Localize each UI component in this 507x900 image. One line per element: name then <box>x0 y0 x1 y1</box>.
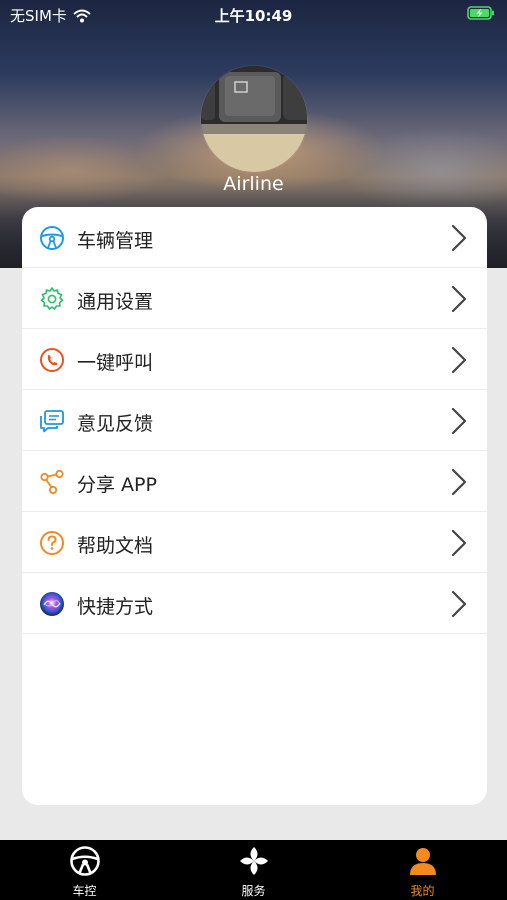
tab-mine[interactable]: 我的 <box>338 840 507 900</box>
menu-item-help-docs[interactable]: 帮助文档 <box>22 512 487 573</box>
menu-item-shortcuts[interactable]: 快捷方式 <box>22 573 487 634</box>
menu-item-feedback[interactable]: 意见反馈 <box>22 390 487 451</box>
menu-item-share-app[interactable]: 分享 APP <box>22 451 487 512</box>
avatar[interactable] <box>201 66 307 172</box>
tab-vehicle-control[interactable]: 车控 <box>0 840 169 900</box>
chevron-right-icon <box>451 346 467 374</box>
chevron-right-icon <box>451 407 467 435</box>
menu-item-label: 车辆管理 <box>77 230 154 252</box>
tab-label: 服务 <box>241 884 266 898</box>
steering-wheel-icon <box>70 846 100 876</box>
share-icon <box>40 469 64 495</box>
steering-wheel-icon <box>40 226 64 250</box>
feedback-icon <box>40 410 64 433</box>
menu-item-vehicle-management[interactable]: 车辆管理 <box>22 207 487 268</box>
help-icon <box>40 531 64 555</box>
chevron-right-icon <box>451 285 467 313</box>
menu-item-one-key-call[interactable]: 一键呼叫 <box>22 329 487 390</box>
avatar-photo <box>201 66 307 172</box>
menu-item-label: 意见反馈 <box>77 413 154 435</box>
tab-services[interactable]: 服务 <box>169 840 338 900</box>
menu-card: 车辆管理 通用设置 一键呼叫 意见反馈 分享 APP 帮助文档 快捷方式 <box>22 207 487 805</box>
gear-icon <box>40 287 64 310</box>
siri-icon <box>40 592 64 616</box>
menu-item-general-settings[interactable]: 通用设置 <box>22 268 487 329</box>
menu-item-label: 分享 APP <box>77 474 157 496</box>
tab-bar: 车控 服务 我的 <box>0 840 507 900</box>
username: Airline <box>223 173 284 195</box>
phone-icon <box>40 348 64 372</box>
tab-label: 车控 <box>72 884 97 898</box>
menu-item-label: 通用设置 <box>77 291 154 313</box>
chevron-right-icon <box>451 468 467 496</box>
chevron-right-icon <box>451 529 467 557</box>
clover-icon <box>240 847 268 875</box>
tab-label: 我的 <box>410 884 435 898</box>
battery-charging-icon <box>467 6 494 20</box>
menu-item-label: 快捷方式 <box>77 596 154 618</box>
chevron-right-icon <box>451 590 467 618</box>
menu-item-label: 一键呼叫 <box>77 352 154 374</box>
chevron-right-icon <box>451 224 467 252</box>
status-time: 上午10:49 <box>214 7 293 25</box>
person-icon <box>410 848 436 875</box>
status-bar: 无SIM卡 上午10:49 <box>0 0 507 30</box>
menu-item-label: 帮助文档 <box>77 535 154 557</box>
